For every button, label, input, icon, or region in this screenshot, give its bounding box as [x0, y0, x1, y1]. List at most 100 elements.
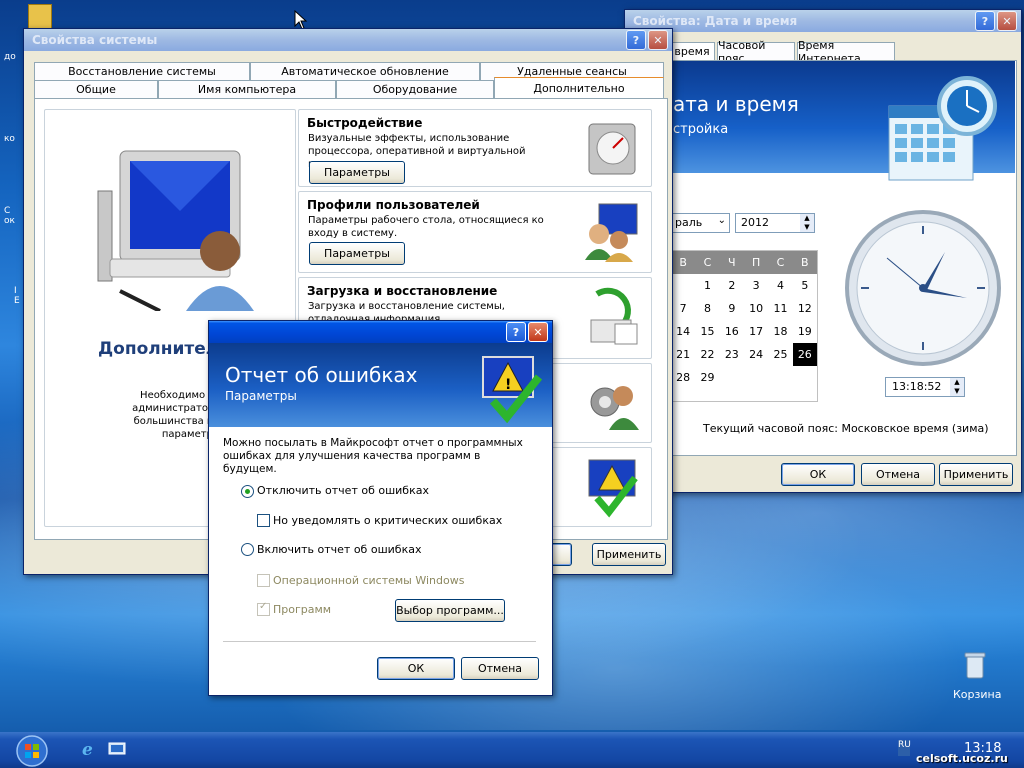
calendar-day[interactable]: 18 — [768, 320, 792, 343]
language-indicator[interactable]: RU — [898, 740, 911, 756]
user-profiles-title: Профили пользователей — [307, 198, 480, 212]
tab-date-time[interactable]: время — [669, 42, 715, 60]
divider — [223, 641, 536, 642]
internet-explorer-icon[interactable]: e — [80, 740, 98, 758]
calendar-grid[interactable]: В С Ч П С В 12345 7 8 9 10 11 12 14 15 16 17 18 19… — [670, 250, 818, 402]
calendar-day[interactable]: 25 — [768, 343, 792, 366]
notify-critical-label[interactable]: Но уведомлять о критических ошибках — [273, 514, 502, 527]
desktop-icon-label[interactable]: ко — [4, 134, 15, 144]
windows-os-label[interactable]: Операционной системы Windows — [273, 574, 464, 587]
errdlg-ok-button[interactable]: ОК — [377, 657, 455, 680]
error-report-check-icon: ! — [482, 356, 543, 423]
calendar-day[interactable]: 1 — [695, 274, 719, 297]
close-icon[interactable]: ✕ — [997, 11, 1017, 31]
desktop-icon-label[interactable]: IE — [14, 286, 20, 306]
calendar-day[interactable]: 15 — [695, 320, 719, 343]
calendar-day[interactable] — [744, 366, 768, 389]
calendar-day[interactable]: 8 — [695, 297, 719, 320]
tab-advanced[interactable]: Дополнительно — [494, 77, 664, 98]
recycle-bin-icon[interactable] — [962, 650, 988, 680]
tab-label: Восстановление системы — [68, 65, 216, 78]
desktop-icon-label[interactable]: Сок — [4, 206, 15, 226]
tab-general[interactable]: Общие — [34, 80, 158, 98]
sysprops-titlebar[interactable]: Свойства системы ? ✕ — [24, 29, 672, 51]
errdlg-titlebar[interactable]: ? ✕ — [209, 321, 552, 343]
performance-settings-button[interactable]: Параметры — [309, 161, 405, 184]
calendar-day[interactable] — [793, 366, 817, 389]
enable-reporting-label[interactable]: Включить отчет об ошибках — [257, 543, 421, 556]
datetime-apply-button[interactable]: Применить — [939, 463, 1013, 486]
calendar-day[interactable]: 16 — [720, 320, 744, 343]
programs-checkbox[interactable]: ✓ — [257, 601, 270, 616]
calendar-day[interactable] — [768, 366, 792, 389]
errdlg-cancel-button[interactable]: Отмена — [461, 657, 539, 680]
calendar-clock-icon — [888, 76, 997, 181]
tab-automatic-updates[interactable]: Автоматическое обновление — [250, 62, 480, 80]
startup-recovery-title: Загрузка и восстановление — [307, 284, 498, 298]
datetime-header-title: ата и время — [673, 92, 799, 116]
year-spinner[interactable]: 2012 ▲ ▼ — [735, 213, 815, 233]
errdlg-subtitle: Параметры — [225, 389, 297, 403]
calendar-day[interactable]: 24 — [744, 343, 768, 366]
sysprops-apply-button[interactable]: Применить — [592, 543, 666, 566]
desktop-icon-label[interactable]: до — [4, 52, 16, 62]
calendar-day[interactable]: 9 — [720, 297, 744, 320]
spin-up-icon[interactable]: ▲ — [950, 378, 964, 387]
programs-label[interactable]: Программ — [273, 603, 331, 616]
windows-orb-icon[interactable] — [16, 735, 48, 767]
help-icon[interactable]: ? — [975, 11, 995, 31]
calendar-day[interactable]: 29 — [695, 366, 719, 389]
tab-computer-name[interactable]: Имя компьютера — [158, 80, 336, 98]
calendar-day[interactable]: 3 — [744, 274, 768, 297]
calendar-day[interactable]: 21 — [671, 343, 695, 366]
calendar-day[interactable]: 17 — [744, 320, 768, 343]
disable-reporting-radio[interactable] — [241, 485, 254, 498]
close-icon[interactable]: ✕ — [528, 322, 548, 342]
tab-hardware[interactable]: Оборудование — [336, 80, 494, 98]
calendar-day[interactable]: 28 — [671, 366, 695, 389]
help-icon[interactable]: ? — [626, 30, 646, 50]
calendar-day[interactable]: 12 — [793, 297, 817, 320]
enable-reporting-radio[interactable] — [241, 543, 254, 556]
calendar-day[interactable] — [720, 366, 744, 389]
close-icon[interactable]: ✕ — [648, 30, 668, 50]
notify-critical-checkbox[interactable] — [257, 514, 270, 527]
spin-down-icon[interactable]: ▼ — [800, 223, 814, 232]
tab-system-restore[interactable]: Восстановление системы — [34, 62, 250, 80]
calendar-day[interactable]: 5 — [793, 274, 817, 297]
calendar-day[interactable]: 11 — [768, 297, 792, 320]
datetime-ok-button[interactable]: ОК — [781, 463, 855, 486]
calendar-day[interactable]: 23 — [720, 343, 744, 366]
calendar-day[interactable]: 19 — [793, 320, 817, 343]
calendar-day[interactable]: 22 — [695, 343, 719, 366]
errdlg-intro-text: Можно посылать в Майкрософт отчет о прог… — [223, 437, 523, 475]
choose-programs-button[interactable]: Выбор программ... — [395, 599, 505, 622]
help-icon[interactable]: ? — [506, 322, 526, 342]
time-spinner[interactable]: 13:18:52 ▲ ▼ — [885, 377, 965, 397]
calendar-day[interactable]: 4 — [768, 274, 792, 297]
datetime-cancel-button[interactable]: Отмена — [861, 463, 935, 486]
watermark-text: celsoft.ucoz.ru — [916, 752, 1008, 765]
calendar-day[interactable]: 7 — [671, 297, 695, 320]
disable-reporting-label[interactable]: Отключить отчет об ошибках — [257, 484, 429, 497]
calendar-day[interactable]: 14 — [671, 320, 695, 343]
tab-internet-time[interactable]: Время Интернета — [797, 39, 895, 65]
show-desktop-icon[interactable] — [108, 741, 126, 757]
calendar-day[interactable]: 10 — [744, 297, 768, 320]
spin-down-icon[interactable]: ▼ — [950, 387, 964, 396]
month-select[interactable]: раль ⌄ — [670, 213, 730, 233]
calendar-day[interactable]: 2 — [720, 274, 744, 297]
user-profiles-desc: Параметры рабочего стола, относящиеся ко… — [308, 215, 544, 239]
calendar-day-selected[interactable]: 26 — [792, 343, 817, 366]
spin-up-icon[interactable]: ▲ — [800, 214, 814, 223]
datetime-header-subtitle: стройка — [673, 122, 729, 137]
windows-os-checkbox[interactable] — [257, 574, 270, 587]
datetime-titlebar[interactable]: Свойства: Дата и время ? ✕ — [625, 10, 1021, 32]
recycle-bin-label[interactable]: Корзина — [953, 688, 1001, 701]
weekday: П — [752, 256, 761, 269]
tab-timezone[interactable]: Часовой пояс — [717, 39, 795, 65]
user-profiles-group: Профили пользователей Параметры рабочего… — [298, 191, 652, 273]
weekday: Ч — [728, 256, 736, 269]
user-profiles-settings-button[interactable]: Параметры — [309, 242, 405, 265]
calendar-day[interactable] — [671, 274, 695, 297]
